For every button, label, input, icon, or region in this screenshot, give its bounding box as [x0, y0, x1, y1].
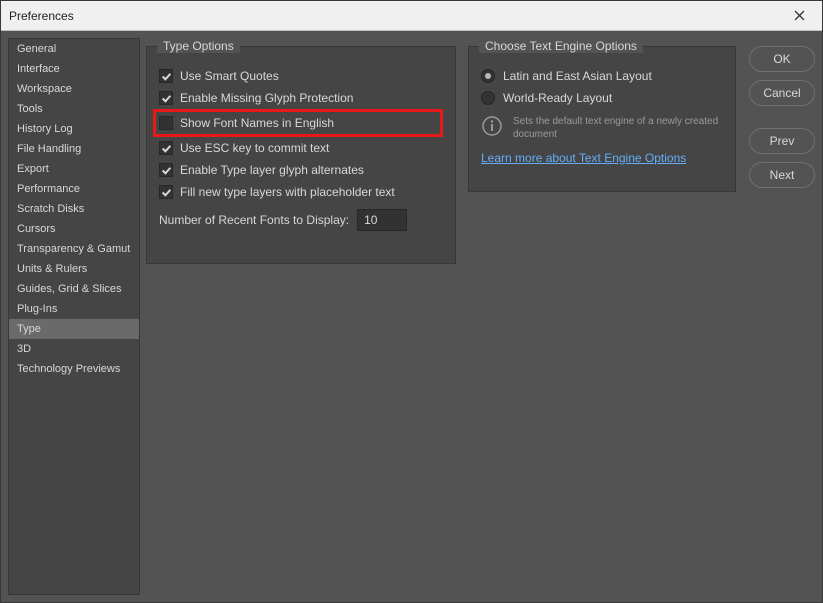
panel-title: Type Options — [157, 39, 240, 53]
text-engine-panel: Choose Text Engine Options Latin and Eas… — [468, 46, 736, 192]
check-icon — [161, 93, 172, 104]
close-button[interactable] — [784, 1, 814, 31]
sidebar-item-performance[interactable]: Performance — [9, 179, 139, 199]
sidebar-item-3d[interactable]: 3D — [9, 339, 139, 359]
radio-row: World-Ready Layout — [481, 87, 723, 109]
radio-button[interactable] — [481, 91, 495, 105]
checkbox[interactable] — [159, 185, 173, 199]
type-options-panel: Type Options Use Smart QuotesEnable Miss… — [146, 46, 456, 264]
type-option-row: Fill new type layers with placeholder te… — [159, 181, 443, 203]
type-option-row: Show Font Names in English — [153, 109, 443, 137]
type-option-row: Enable Missing Glyph Protection — [159, 87, 443, 109]
sidebar-item-interface[interactable]: Interface — [9, 59, 139, 79]
checkbox-label: Enable Type layer glyph alternates — [180, 163, 364, 177]
type-option-row: Use Smart Quotes — [159, 65, 443, 87]
preferences-window: Preferences GeneralInterfaceWorkspaceToo… — [0, 0, 823, 603]
category-sidebar: GeneralInterfaceWorkspaceToolsHistory Lo… — [8, 38, 140, 595]
sidebar-item-workspace[interactable]: Workspace — [9, 79, 139, 99]
checkbox[interactable] — [159, 163, 173, 177]
checkbox-label: Show Font Names in English — [180, 116, 334, 130]
checkbox[interactable] — [159, 141, 173, 155]
button-column: OK Cancel Prev Next — [749, 38, 815, 595]
dialog-body: GeneralInterfaceWorkspaceToolsHistory Lo… — [1, 31, 822, 602]
check-icon — [161, 71, 172, 82]
checkbox-label: Use ESC key to commit text — [180, 141, 329, 155]
sidebar-item-transparency-gamut[interactable]: Transparency & Gamut — [9, 239, 139, 259]
radio-label: Latin and East Asian Layout — [503, 69, 652, 83]
checkbox[interactable] — [159, 116, 173, 130]
sidebar-item-cursors[interactable]: Cursors — [9, 219, 139, 239]
sidebar-item-guides-grid-slices[interactable]: Guides, Grid & Slices — [9, 279, 139, 299]
sidebar-item-export[interactable]: Export — [9, 159, 139, 179]
titlebar: Preferences — [1, 1, 822, 31]
sidebar-item-technology-previews[interactable]: Technology Previews — [9, 359, 139, 379]
learn-more-link[interactable]: Learn more about Text Engine Options — [481, 151, 686, 165]
check-icon — [161, 143, 172, 154]
radio-row: Latin and East Asian Layout — [481, 65, 723, 87]
close-icon — [794, 10, 805, 21]
sidebar-item-units-rulers[interactable]: Units & Rulers — [9, 259, 139, 279]
panels-column: Type Options Use Smart Quotes Enable Miss… — [146, 38, 739, 595]
radio-button[interactable] — [481, 69, 495, 83]
sidebar-item-tools[interactable]: Tools — [9, 99, 139, 119]
type-option-row: Use ESC key to commit text — [159, 137, 443, 159]
info-icon — [481, 115, 503, 137]
checkbox-label: Fill new type layers with placeholder te… — [180, 185, 395, 199]
sidebar-item-scratch-disks[interactable]: Scratch Disks — [9, 199, 139, 219]
panel-title: Choose Text Engine Options — [479, 39, 643, 53]
checkbox-label: Enable Missing Glyph Protection — [180, 91, 353, 105]
next-button[interactable]: Next — [749, 162, 815, 188]
checkbox[interactable] — [159, 91, 173, 105]
check-icon — [161, 187, 172, 198]
ok-button[interactable]: OK — [749, 46, 815, 72]
cancel-button[interactable]: Cancel — [749, 80, 815, 106]
sidebar-item-plug-ins[interactable]: Plug-Ins — [9, 299, 139, 319]
info-text: Sets the default text engine of a newly … — [513, 115, 723, 141]
type-option-row: Enable Type layer glyph alternates — [159, 159, 443, 181]
check-icon — [161, 165, 172, 176]
checkbox-label: Use Smart Quotes — [180, 69, 279, 83]
sidebar-item-general[interactable]: General — [9, 39, 139, 59]
radio-label: World-Ready Layout — [503, 91, 612, 105]
sidebar-item-type[interactable]: Type — [9, 319, 139, 339]
spacer — [749, 114, 815, 120]
prev-button[interactable]: Prev — [749, 128, 815, 154]
info-row: Sets the default text engine of a newly … — [481, 109, 723, 149]
panels-row: Type Options Use Smart Quotes Enable Miss… — [146, 38, 739, 264]
checkbox[interactable] — [159, 69, 173, 83]
recent-fonts-label: Number of Recent Fonts to Display: — [159, 213, 349, 227]
content-area: Type Options Use Smart Quotes Enable Miss… — [146, 38, 815, 595]
window-title: Preferences — [9, 9, 784, 23]
recent-fonts-row: Number of Recent Fonts to Display: — [159, 203, 443, 231]
sidebar-item-file-handling[interactable]: File Handling — [9, 139, 139, 159]
sidebar-item-history-log[interactable]: History Log — [9, 119, 139, 139]
recent-fonts-input[interactable] — [357, 209, 407, 231]
